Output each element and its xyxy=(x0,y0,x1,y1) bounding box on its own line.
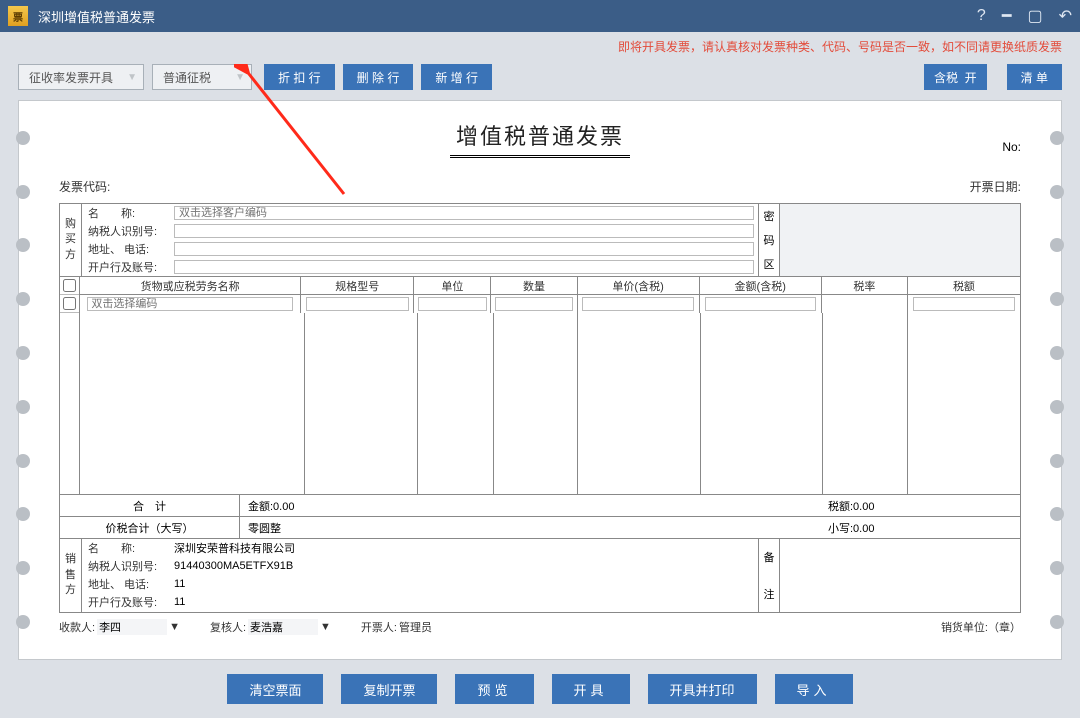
copy-invoice-button[interactable]: 复制开票 xyxy=(341,674,437,704)
totals-row: 合 计 金额:0.00 税额:0.00 xyxy=(59,495,1021,517)
seller-section: 销售方 名 称:深圳安荣普科技有限公司 纳税人识别号:91440300MA5ET… xyxy=(59,539,1021,613)
password-area xyxy=(780,204,1020,276)
bottom-toolbar: 清空票面 复制开票 预览 开具 开具并打印 导入 xyxy=(0,660,1080,718)
seller-bank: 11 xyxy=(174,596,185,608)
remark-vlabel: 备注 xyxy=(758,539,780,612)
issue-print-button[interactable]: 开具并打印 xyxy=(648,674,757,704)
unit-stamp-label: 销货单位:（章） xyxy=(941,619,1021,635)
chevron-down-icon: ▼ xyxy=(169,621,180,633)
tax-inclusive-toggle[interactable]: 含税 开 xyxy=(924,64,987,90)
delete-row-button[interactable]: 删 除 行 xyxy=(343,64,414,90)
item-qty-input[interactable] xyxy=(495,297,572,311)
add-row-button[interactable]: 新 增 行 xyxy=(421,64,492,90)
pricetax-small: 小写:0.00 xyxy=(820,520,1020,536)
invoice-title: 增值税普通发票 xyxy=(450,119,630,158)
buyer-name-input[interactable] xyxy=(174,206,754,220)
top-toolbar: 征收率发票开具▼ 普通征税▼ 折 扣 行 删 除 行 新 增 行 含税 开 清 … xyxy=(0,56,1080,100)
seller-vlabel: 销售方 xyxy=(60,539,82,612)
list-button[interactable]: 清 单 xyxy=(1007,64,1062,90)
window-controls: ? ━ ▢ ↶ xyxy=(977,6,1072,26)
seller-name: 深圳安荣普科技有限公司 xyxy=(174,540,295,556)
remark-box[interactable] xyxy=(780,539,1020,612)
discount-row-button[interactable]: 折 扣 行 xyxy=(264,64,335,90)
maximize-icon[interactable]: ▢ xyxy=(1027,6,1042,26)
collection-rate-dropdown[interactable]: 征收率发票开具▼ xyxy=(18,64,144,90)
seller-address: 11 xyxy=(174,578,185,590)
app-logo-icon: 票 xyxy=(8,6,28,26)
item-price-input[interactable] xyxy=(582,297,693,311)
buyer-section: 购买方 名 称: 纳税人识别号: 地址、 电话: 开户行及账号: 密码区 xyxy=(59,203,1021,277)
buyer-taxid-input[interactable] xyxy=(174,224,754,238)
chevron-down-icon: ▼ xyxy=(235,72,245,83)
item-unit-input[interactable] xyxy=(418,297,486,311)
clear-button[interactable]: 清空票面 xyxy=(227,674,323,704)
buyer-bank-input[interactable] xyxy=(174,260,754,274)
import-button[interactable]: 导入 xyxy=(775,674,853,704)
invoice-no-label: No: xyxy=(1002,140,1021,154)
payee-input[interactable] xyxy=(97,619,167,635)
item-name-input[interactable] xyxy=(87,297,292,311)
seller-taxid: 91440300MA5ETFX91B xyxy=(174,560,293,572)
back-icon[interactable]: ↶ xyxy=(1059,6,1072,26)
help-icon[interactable]: ? xyxy=(977,7,986,25)
item-spec-input[interactable] xyxy=(306,297,409,311)
chevron-down-icon: ▼ xyxy=(127,72,137,83)
password-area-vlabel: 密码区 xyxy=(758,204,780,276)
price-tax-row: 价税合计（大写） 零圆整 小写:0.00 xyxy=(59,517,1021,539)
invoice-date-label: 开票日期: xyxy=(970,178,1021,195)
tax-type-dropdown[interactable]: 普通征税▼ xyxy=(152,64,252,90)
drawer-value: 管理员 xyxy=(399,619,432,635)
total-amount: 金额:0.00 xyxy=(240,498,820,514)
titlebar: 票 深圳增值税普通发票 ? ━ ▢ ↶ xyxy=(0,0,1080,32)
item-tax-input[interactable] xyxy=(913,297,1016,311)
buyer-vlabel: 购买方 xyxy=(60,204,82,276)
row-checkbox-1[interactable] xyxy=(63,297,76,310)
buyer-address-input[interactable] xyxy=(174,242,754,256)
reviewer-input[interactable] xyxy=(248,619,318,635)
items-row-1 xyxy=(80,295,1020,313)
invoice-panel: 增值税普通发票 No: 发票代码: 开票日期: 购买方 名 称: 纳税人识别号:… xyxy=(18,100,1062,660)
items-header: 货物或应税劳务名称 规格型号 单位 数量 单价(含税) 金额(含税) 税率 税额 xyxy=(80,277,1020,295)
perforation-left xyxy=(13,101,33,659)
row-checkbox-header[interactable] xyxy=(63,279,76,292)
minimize-icon[interactable]: ━ xyxy=(1002,6,1012,26)
window-title: 深圳增值税普通发票 xyxy=(38,7,155,26)
perforation-right xyxy=(1047,101,1067,659)
items-table: 货物或应税劳务名称 规格型号 单位 数量 单价(含税) 金额(含税) 税率 税额 xyxy=(59,277,1021,495)
chevron-down-icon: ▼ xyxy=(320,621,331,633)
preview-button[interactable]: 预览 xyxy=(455,674,533,704)
warning-message: 即将开具发票，请认真核对发票种类、代码、号码是否一致，如不同请更换纸质发票 xyxy=(0,32,1080,56)
issue-button[interactable]: 开具 xyxy=(552,674,630,704)
item-amount-input[interactable] xyxy=(705,297,816,311)
invoice-footer: 收款人:▼ 复核人:▼ 开票人:管理员 销货单位:（章） xyxy=(59,613,1021,635)
invoice-code-label: 发票代码: xyxy=(59,178,110,195)
total-tax: 税额:0.00 xyxy=(820,498,1020,514)
pricetax-cn: 零圆整 xyxy=(240,520,820,536)
